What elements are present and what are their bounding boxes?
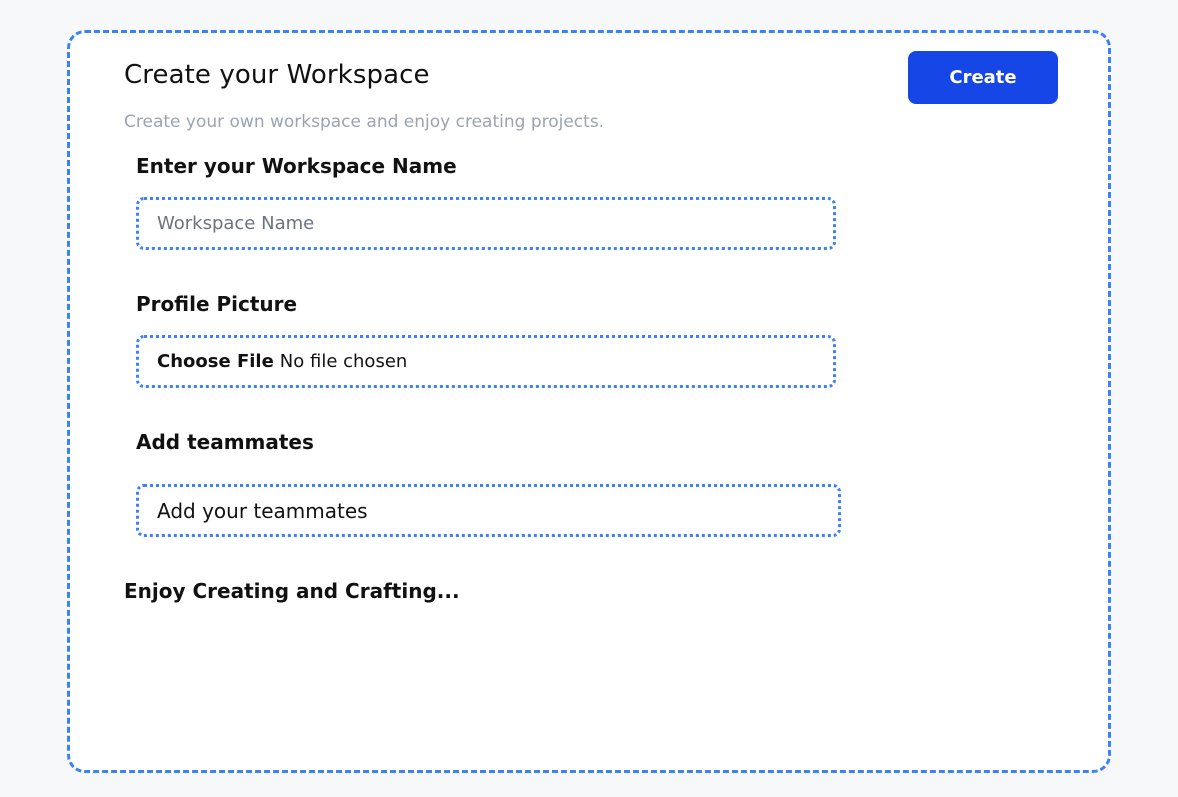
profile-picture-label: Profile Picture <box>136 292 298 316</box>
teammates-field[interactable]: Add your teammates <box>136 484 841 537</box>
footer-text: Enjoy Creating and Crafting... <box>124 579 460 603</box>
page-subtitle: Create your own workspace and enjoy crea… <box>124 112 605 132</box>
file-status-text: No file chosen <box>279 351 408 372</box>
teammates-field-text: Add your teammates <box>157 498 368 523</box>
profile-picture-file-input[interactable]: Choose File No file chosen <box>136 335 836 388</box>
teammates-label: Add teammates <box>136 430 314 454</box>
workspace-name-label: Enter your Workspace Name <box>136 154 457 178</box>
page-title: Create your Workspace <box>124 60 430 90</box>
workspace-name-input[interactable] <box>139 200 833 247</box>
choose-file-button[interactable]: Choose File <box>157 351 274 372</box>
workspace-card: Create your Workspace Create your own wo… <box>67 30 1111 773</box>
workspace-name-field <box>136 197 836 250</box>
create-button[interactable]: Create <box>908 51 1058 104</box>
